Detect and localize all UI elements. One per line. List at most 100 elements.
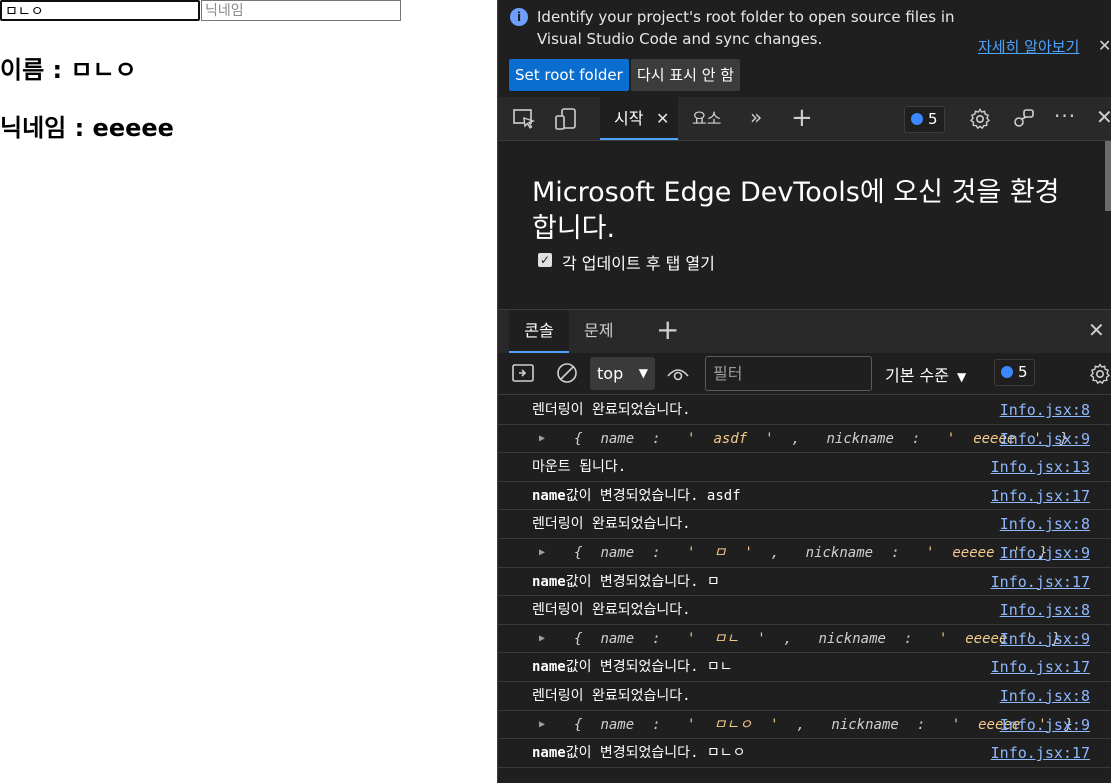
- close-drawer-icon[interactable]: ✕: [1088, 318, 1105, 342]
- console-message-row: name값이 변경되었습니다. asdf Info.jsx:17: [498, 482, 1111, 511]
- object-syntax: {: [574, 630, 583, 647]
- console-settings-gear-icon[interactable]: [1088, 362, 1111, 386]
- learn-more-link[interactable]: 자세히 알아보기: [978, 36, 1079, 57]
- live-expression-eye-icon[interactable]: [666, 362, 690, 386]
- source-link[interactable]: Info.jsx:8: [1000, 510, 1090, 538]
- more-options-icon[interactable]: ···: [1054, 104, 1076, 128]
- source-link[interactable]: Info.jsx:9: [1000, 425, 1090, 453]
- source-link[interactable]: Info.jsx:8: [1000, 596, 1090, 624]
- source-link[interactable]: Info.jsx:13: [991, 453, 1090, 481]
- object-name-value: ㅁㄴㅇ: [713, 716, 753, 733]
- source-link[interactable]: Info.jsx:17: [991, 653, 1090, 681]
- console-message-text: name값이 변경되었습니다. ㅁㄴㅇ: [532, 745, 746, 762]
- source-link[interactable]: Info.jsx:8: [1000, 682, 1090, 710]
- console-issues-badge[interactable]: 5: [994, 359, 1035, 386]
- object-syntax: ': [925, 544, 935, 561]
- object-syntax: ': [757, 630, 766, 647]
- open-after-update-label: 각 업데이트 후 탭 열기: [562, 254, 715, 273]
- issues-count: 5: [928, 110, 938, 128]
- name-input[interactable]: [0, 0, 200, 21]
- object-syntax: :: [916, 716, 934, 733]
- source-link[interactable]: Info.jsx:17: [991, 482, 1090, 510]
- devtools-panel: i Identify your project's root folder to…: [497, 0, 1111, 783]
- close-devtools-icon[interactable]: ✕: [1096, 105, 1111, 129]
- name-display: 이름 : ㅁㄴㅇ: [0, 56, 137, 84]
- welcome-title: Microsoft Edge DevTools에 오신 것을 환경합니다.: [532, 177, 1060, 244]
- inspect-element-icon[interactable]: [512, 107, 536, 131]
- source-link[interactable]: Info.jsx:9: [1000, 539, 1090, 567]
- issues-badge[interactable]: 5: [904, 106, 945, 133]
- console-message-row: 렌더링이 완료되었습니다. Info.jsx:8: [498, 510, 1111, 539]
- object-preview[interactable]: {name: ' ㅁㄴ ', nickname: ' eeeee '}: [538, 625, 1060, 653]
- clear-console-icon[interactable]: [555, 361, 579, 385]
- console-message-row: 렌더링이 완료되었습니다. Info.jsx:8: [498, 396, 1111, 425]
- filter-input[interactable]: [705, 356, 872, 391]
- tab-issues[interactable]: 문제: [584, 310, 613, 353]
- infobar-message: Identify your project's root folder to o…: [537, 8, 955, 48]
- dont-show-again-button[interactable]: 다시 표시 안 함: [631, 59, 741, 91]
- console-message-row: ▶{name: ' ㅁㄴㅇ ', nickname: ' eeeee '} Info.js…: [498, 711, 1111, 740]
- context-selector[interactable]: top ▼: [590, 357, 655, 390]
- console-log: 렌더링이 완료되었습니다. Info.jsx:8 ▶{name: ' asdf ', n…: [498, 396, 1111, 783]
- object-syntax: :: [891, 544, 908, 561]
- chevron-down-icon: ▼: [638, 366, 648, 380]
- object-syntax: :: [652, 716, 670, 733]
- settings-gear-icon[interactable]: [968, 107, 992, 131]
- console-message-text: name값이 변경되었습니다. asdf: [532, 487, 741, 504]
- infobar: i Identify your project's root folder to…: [498, 0, 1111, 97]
- console-message-row: ▶{name: ' asdf ', nickname: ' eeeee '} Info.j…: [498, 425, 1111, 454]
- object-syntax: :: [903, 630, 921, 647]
- log-levels-dropdown[interactable]: 기본 수준 ▼: [885, 362, 966, 386]
- more-tabs-icon[interactable]: »: [750, 105, 762, 129]
- object-syntax: nickname: [826, 430, 894, 447]
- source-link[interactable]: Info.jsx:9: [1000, 625, 1090, 653]
- nickname-display: 닉네임 : eeeee: [0, 114, 174, 142]
- object-syntax: ': [946, 430, 956, 447]
- welcome-scrollbar[interactable]: [1105, 141, 1111, 211]
- device-emulation-icon[interactable]: [554, 107, 578, 131]
- object-preview[interactable]: {name: ' ㅁ ', nickname: ' eeeee '}: [538, 539, 1047, 567]
- infobar-close-icon[interactable]: ✕: [1098, 36, 1111, 55]
- welcome-panel: Microsoft Edge DevTools에 오신 것을 환경합니다. ✓ …: [498, 141, 1111, 309]
- tab-welcome[interactable]: 시작 ✕: [600, 97, 678, 140]
- object-syntax: nickname: [805, 544, 874, 561]
- object-syntax: {: [574, 716, 583, 733]
- message-prefix: name: [532, 487, 566, 504]
- tab-elements[interactable]: 요소: [692, 97, 721, 140]
- sidebar-toggle-icon[interactable]: [511, 361, 535, 385]
- console-message-row: 마운트 됩니다. Info.jsx:13: [498, 453, 1111, 482]
- console-message-row: name값이 변경되었습니다. ㅁㄴ Info.jsx:17: [498, 653, 1111, 682]
- object-syntax: ': [687, 716, 696, 733]
- object-preview[interactable]: {name: ' ㅁㄴㅇ ', nickname: ' eeeee '}: [538, 711, 1073, 739]
- close-tab-icon[interactable]: ✕: [656, 97, 669, 140]
- source-link[interactable]: Info.jsx:9: [1000, 711, 1090, 739]
- tab-console[interactable]: 콘솔: [509, 310, 569, 353]
- source-link[interactable]: Info.jsx:8: [1000, 396, 1090, 424]
- object-syntax: nickname: [818, 630, 886, 647]
- source-link[interactable]: Info.jsx:17: [991, 739, 1090, 767]
- object-syntax: ,: [770, 544, 788, 561]
- set-root-folder-button[interactable]: Set root folder: [509, 59, 629, 91]
- object-nickname-value: eeeee: [952, 544, 995, 561]
- console-message-row: ▶{name: ' ㅁㄴ ', nickname: ' eeeee '} Info.jsx…: [498, 625, 1111, 654]
- message-prefix: name: [532, 659, 566, 676]
- log-levels-label: 기본 수준: [885, 366, 949, 385]
- add-tab-icon[interactable]: +: [791, 103, 813, 133]
- tab-welcome-label: 시작: [614, 109, 644, 128]
- source-link[interactable]: Info.jsx:17: [991, 568, 1090, 596]
- object-syntax: ,: [783, 630, 801, 647]
- object-syntax: {: [574, 430, 583, 447]
- nickname-input[interactable]: [201, 0, 401, 21]
- message-prefix: name: [532, 573, 566, 590]
- object-syntax: name: [600, 630, 635, 647]
- object-preview[interactable]: {name: ' asdf ', nickname: ' eeeee '}: [538, 425, 1068, 453]
- feedback-icon[interactable]: [1012, 107, 1036, 131]
- message-prefix: name: [532, 745, 566, 762]
- object-syntax: ,: [796, 716, 814, 733]
- console-message-text: name값이 변경되었습니다. ㅁㄴ: [532, 659, 733, 676]
- open-after-update-checkbox[interactable]: ✓: [538, 253, 552, 267]
- app-page: 이름 : ㅁㄴㅇ 닉네임 : eeeee: [0, 0, 497, 783]
- object-syntax: :: [652, 430, 670, 447]
- add-drawer-tab-icon[interactable]: +: [656, 313, 679, 346]
- object-syntax: name: [600, 430, 635, 447]
